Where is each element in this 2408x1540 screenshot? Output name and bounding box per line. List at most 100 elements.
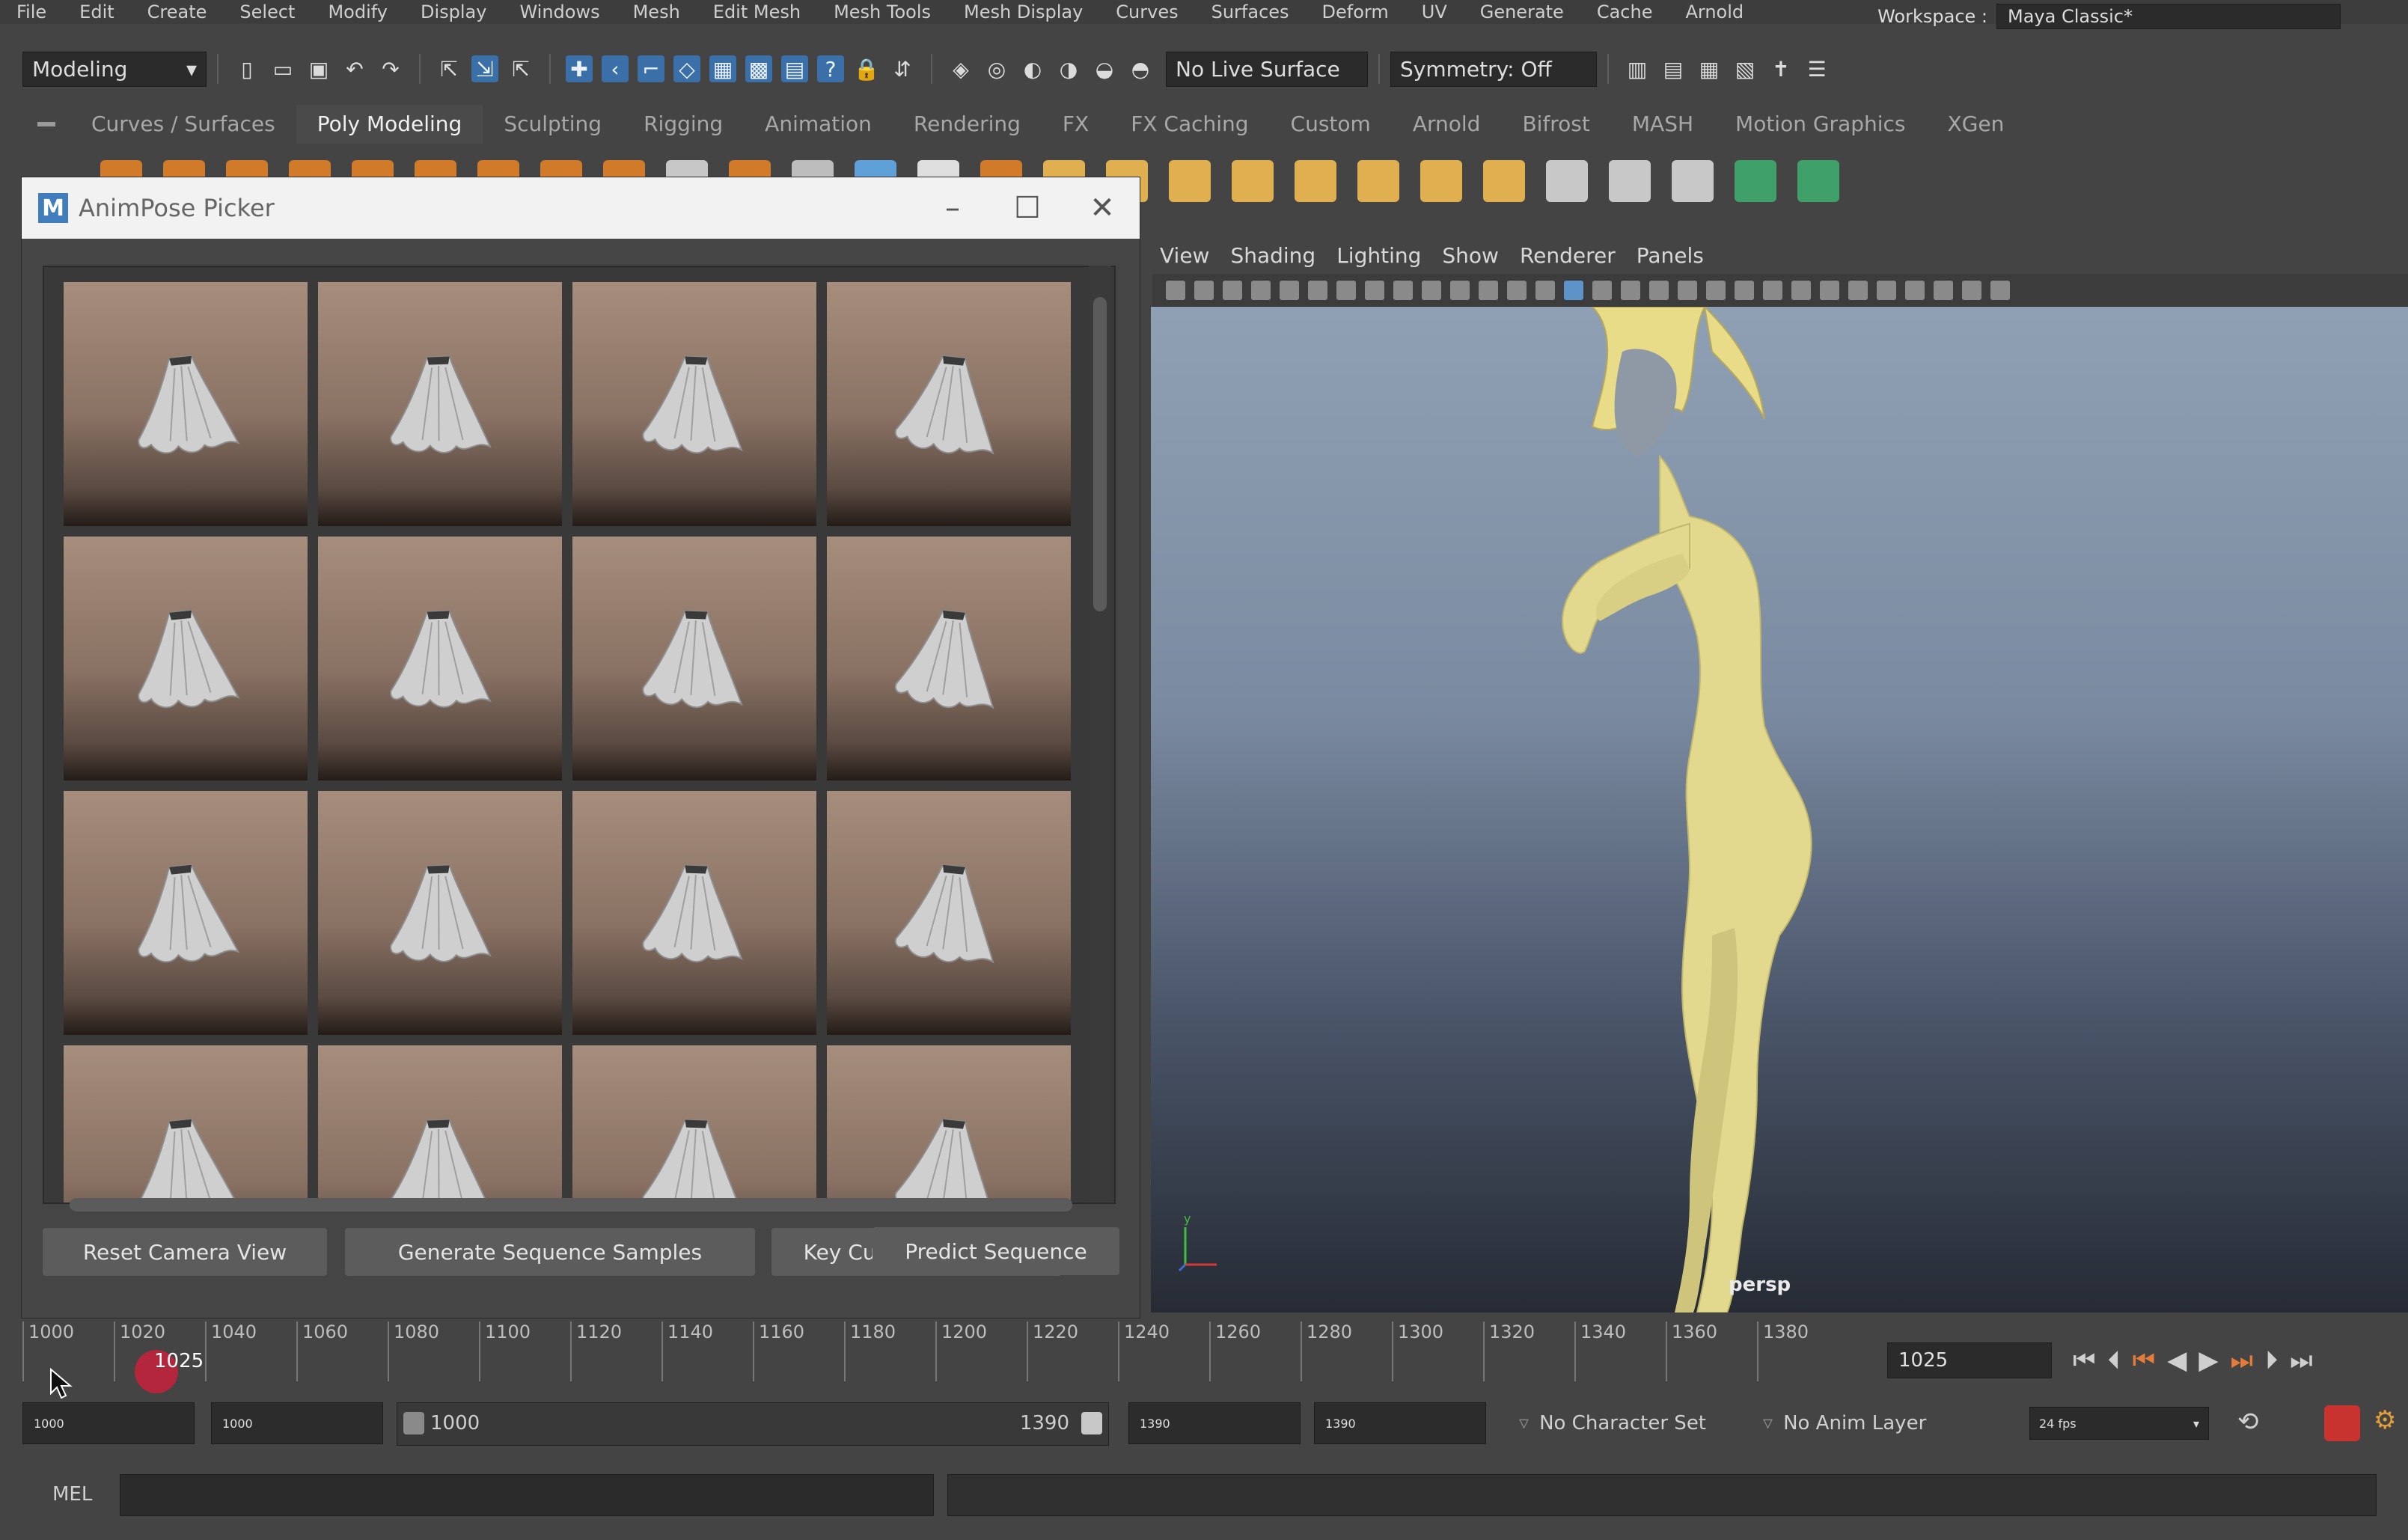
pose-thumbnail[interactable] xyxy=(318,537,562,780)
screen-space-ao-icon[interactable] xyxy=(1706,281,1726,300)
next-key-icon[interactable]: ⏭ xyxy=(2231,1345,2254,1375)
render-view-icon[interactable]: ◈ xyxy=(947,55,974,82)
workspace-dropdown[interactable]: Maya Classic* xyxy=(1996,4,2341,29)
maximize-icon[interactable]: ☐ xyxy=(990,177,1065,239)
symmetry-dropdown[interactable]: Symmetry: Off xyxy=(1390,51,1597,87)
play-forward-icon[interactable]: ▶ xyxy=(2198,1345,2218,1375)
pose-thumbnail[interactable] xyxy=(572,1045,816,1203)
generate-sequence-samples-button[interactable]: Generate Sequence Samples xyxy=(345,1228,755,1276)
menu-mesh[interactable]: Mesh xyxy=(617,3,697,21)
mirror-icon[interactable] xyxy=(1420,160,1462,202)
select-hierarchy-icon[interactable]: ⇱ xyxy=(436,55,462,82)
grease-pencil-icon[interactable] xyxy=(1308,281,1327,300)
pose-thumbnail[interactable] xyxy=(318,791,562,1035)
pose-thumbnail[interactable] xyxy=(572,282,816,526)
shelf-tab-mash[interactable]: MASH xyxy=(1611,105,1714,144)
textured-icon[interactable] xyxy=(1621,281,1640,300)
menu-arnold[interactable]: Arnold xyxy=(1669,3,1760,21)
viewport-menu-view[interactable]: View xyxy=(1160,243,1209,268)
xray-active-components-icon[interactable] xyxy=(1877,281,1896,300)
render-settings-icon[interactable]: ◑ xyxy=(1055,55,1082,82)
snap-point-icon[interactable]: ⌐ xyxy=(638,55,664,82)
range-start-handle[interactable] xyxy=(403,1412,424,1434)
viewport-menu-show[interactable]: Show xyxy=(1442,243,1499,268)
shadows-icon[interactable] xyxy=(1678,281,1697,300)
prev-key-icon[interactable]: ⏮ xyxy=(2133,1345,2156,1375)
snap-projected-center-icon[interactable]: ◇ xyxy=(673,55,700,82)
pose-thumbnail[interactable] xyxy=(64,791,308,1035)
menu-mesh-tools[interactable]: Mesh Tools xyxy=(817,3,947,21)
snap-view-plane-icon[interactable]: ▦ xyxy=(709,55,736,82)
pose-thumbnail[interactable] xyxy=(64,537,308,780)
target-weld-icon[interactable] xyxy=(1609,160,1651,202)
arnold-render-icon[interactable]: ◓ xyxy=(1127,55,1154,82)
viewport-menu-panels[interactable]: Panels xyxy=(1637,243,1704,268)
minimize-icon[interactable]: – xyxy=(915,177,990,239)
show-tool-settings-icon[interactable]: ▧ xyxy=(1732,55,1758,82)
shelf-tab-bifrost[interactable]: Bifrost xyxy=(1501,105,1610,144)
uv-layout-icon[interactable] xyxy=(1797,160,1839,202)
reset-camera-view-button[interactable]: Reset Camera View xyxy=(43,1228,327,1276)
menu-mesh-display[interactable]: Mesh Display xyxy=(947,3,1099,21)
menu-edit[interactable]: Edit xyxy=(63,3,130,21)
pose-thumbnail[interactable] xyxy=(318,282,562,526)
isolate-select-icon[interactable] xyxy=(1820,281,1839,300)
uv-editor-icon[interactable] xyxy=(1735,160,1776,202)
connect-icon[interactable] xyxy=(1672,160,1714,202)
pose-thumbnail[interactable] xyxy=(827,537,1071,780)
smooth-shade-all-icon[interactable] xyxy=(1564,281,1583,300)
grid-icon[interactable] xyxy=(1336,281,1356,300)
ipr-render-icon[interactable]: ◐ xyxy=(1019,55,1046,82)
menu-cache[interactable]: Cache xyxy=(1580,3,1669,21)
mode-dropdown[interactable]: Modeling ▾ xyxy=(22,51,207,87)
safe-title-icon[interactable] xyxy=(1507,281,1527,300)
2d-pan-zoom-icon[interactable] xyxy=(1280,281,1299,300)
lock-icon[interactable]: 🔒 xyxy=(853,55,880,82)
shelf-tab-fx[interactable]: FX xyxy=(1042,105,1110,144)
menu-curves[interactable]: Curves xyxy=(1099,3,1194,21)
bevel-icon[interactable] xyxy=(1169,160,1211,202)
mel-input[interactable] xyxy=(120,1474,934,1516)
shelf-tab-rigging[interactable]: Rigging xyxy=(623,105,744,144)
new-scene-icon[interactable]: ▯ xyxy=(233,55,260,82)
menu-create[interactable]: Create xyxy=(131,3,224,21)
wireframe-on-shaded-icon[interactable] xyxy=(1592,281,1612,300)
fill-hole-icon[interactable] xyxy=(1232,160,1274,202)
append-polygon-icon[interactable] xyxy=(1483,160,1525,202)
film-gate-icon[interactable] xyxy=(1365,281,1384,300)
show-modeling-toolkit-icon[interactable]: ▥ xyxy=(1624,55,1651,82)
pose-thumbnail[interactable] xyxy=(318,1045,562,1203)
select-camera-icon[interactable] xyxy=(1166,281,1185,300)
vertical-scrollbar-thumb[interactable] xyxy=(1093,297,1107,611)
viewport-menu-renderer[interactable]: Renderer xyxy=(1520,243,1616,268)
menu-select[interactable]: Select xyxy=(223,3,311,21)
camera-attributes-icon[interactable] xyxy=(1194,281,1214,300)
menu-deform[interactable]: Deform xyxy=(1306,3,1405,21)
preferences-icon[interactable]: ⚙ xyxy=(2374,1405,2404,1441)
menu-surfaces[interactable]: Surfaces xyxy=(1195,3,1306,21)
shelf-tab-sculpting[interactable]: Sculpting xyxy=(483,105,623,144)
range-end-handle[interactable] xyxy=(1081,1412,1102,1434)
depth-of-field-icon[interactable] xyxy=(1791,281,1811,300)
menu-uv[interactable]: UV xyxy=(1405,3,1464,21)
menu-file[interactable]: File xyxy=(0,3,63,21)
show-outliner-icon[interactable]: ☰ xyxy=(1803,55,1830,82)
history-icon[interactable]: ▤ xyxy=(781,55,808,82)
xray-joints-icon[interactable] xyxy=(1905,281,1925,300)
pose-thumbnail[interactable] xyxy=(64,282,308,526)
loop-icon[interactable]: ⟲ xyxy=(2237,1407,2259,1437)
start-time-field[interactable]: 1000 xyxy=(22,1402,195,1444)
window-titlebar[interactable]: M AnimPose Picker – ☐ ✕ xyxy=(22,177,1140,239)
input-output-icon[interactable]: ⇵ xyxy=(889,55,916,82)
save-scene-icon[interactable]: ▣ xyxy=(305,55,332,82)
range-slider[interactable]: 1000 1390 xyxy=(397,1402,1109,1446)
snap-curve-icon[interactable]: ‹ xyxy=(602,55,629,82)
step-back-icon[interactable]: ⏴ xyxy=(2108,1345,2121,1375)
menu-generate[interactable]: Generate xyxy=(1464,3,1580,21)
gamma-icon[interactable] xyxy=(1962,281,1981,300)
use-all-lights-icon[interactable] xyxy=(1649,281,1669,300)
close-icon[interactable]: ✕ xyxy=(1065,177,1140,239)
live-surface-dropdown[interactable]: No Live Surface xyxy=(1166,51,1368,87)
wedge-icon[interactable] xyxy=(1357,160,1399,202)
auto-key-icon[interactable] xyxy=(2324,1405,2360,1441)
